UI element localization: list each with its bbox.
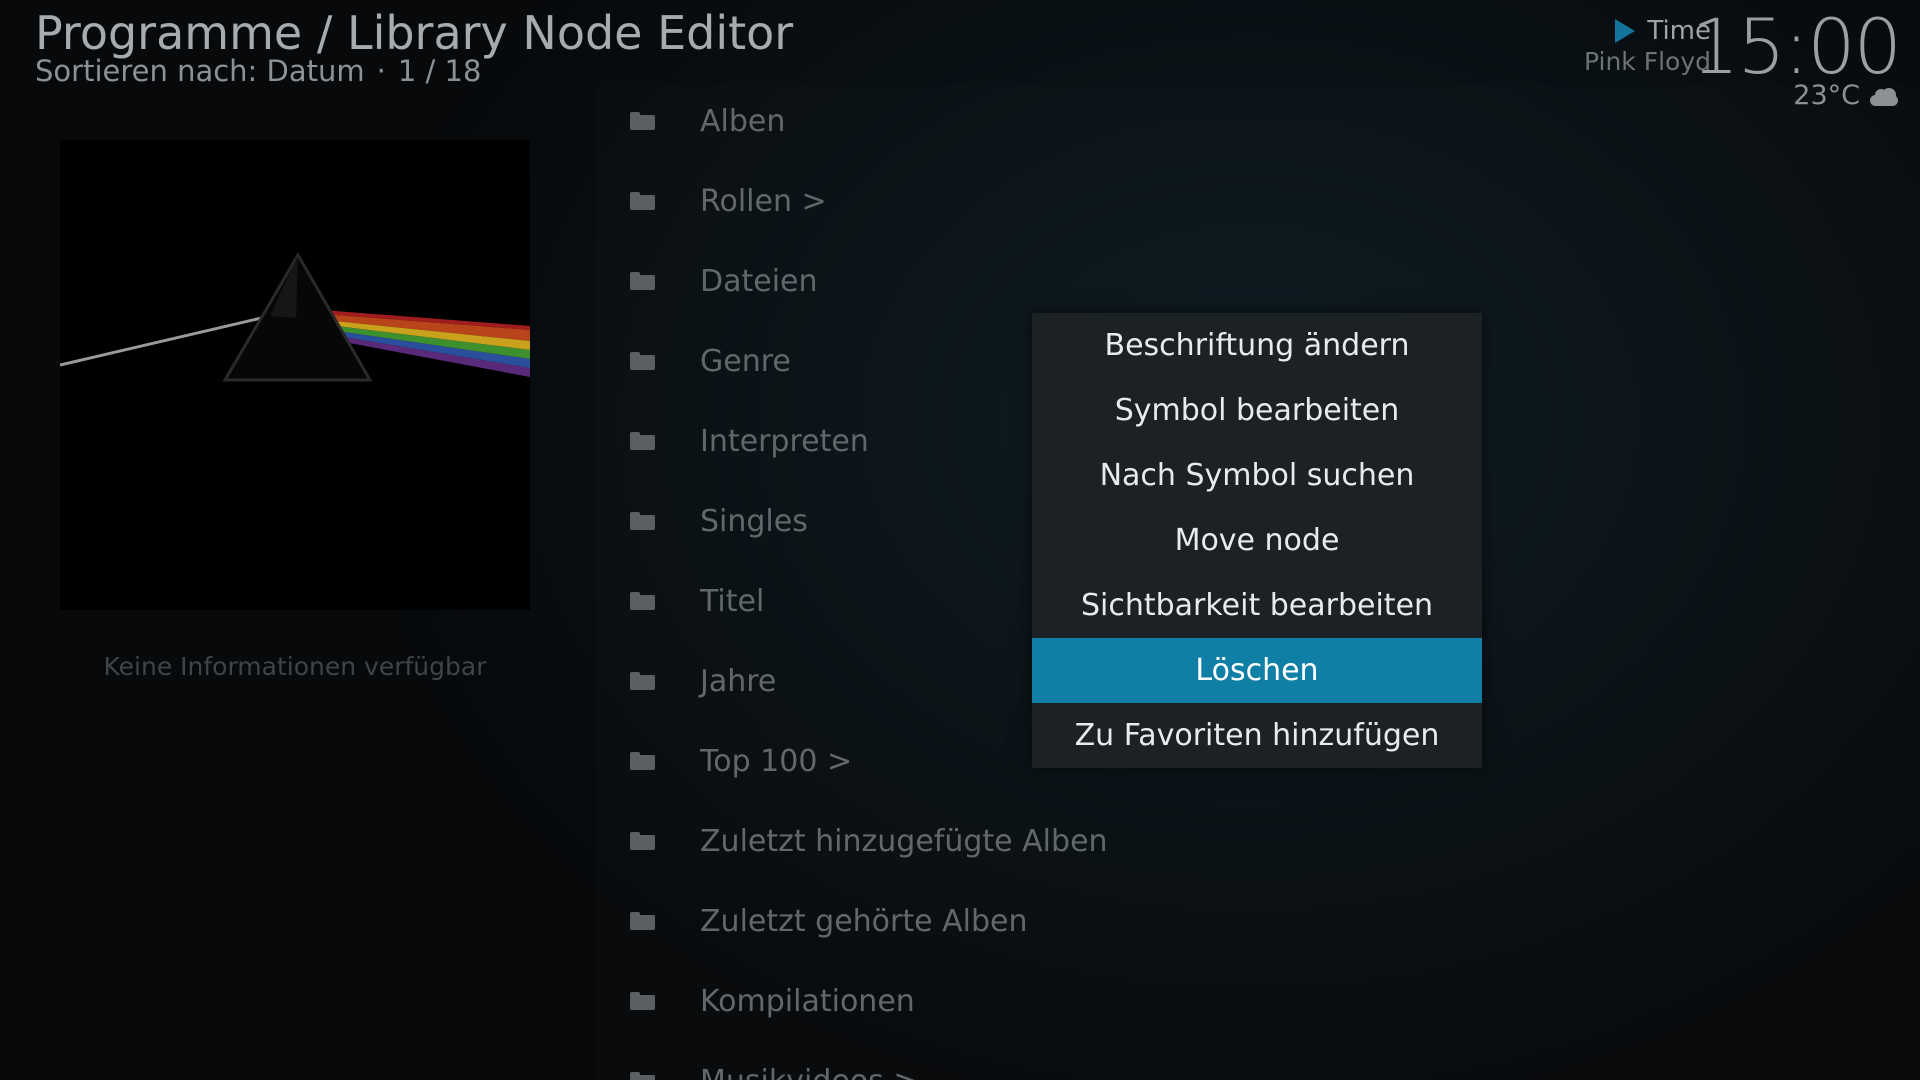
page-title: Programme / Library Node Editor xyxy=(35,6,794,60)
list-item-label: Jahre xyxy=(700,663,777,699)
menu-item-browse-icon[interactable]: Nach Symbol suchen xyxy=(1032,443,1482,508)
menu-item-move-node[interactable]: Move node xyxy=(1032,508,1482,573)
sort-label: Sortieren nach: Datum xyxy=(35,54,365,88)
menu-item-add-to-favourites[interactable]: Zu Favoriten hinzufügen xyxy=(1032,703,1482,768)
folder-icon xyxy=(630,752,655,770)
list-item-label: Genre xyxy=(700,343,791,379)
list-item-label: Titel xyxy=(700,583,765,619)
item-position: 1 / 18 xyxy=(397,54,482,88)
sort-info: Sortieren nach: Datum · 1 / 18 xyxy=(35,54,481,88)
list-item-label: Interpreten xyxy=(700,423,869,459)
list-item-label: Singles xyxy=(700,503,808,539)
folder-icon xyxy=(630,912,655,930)
folder-icon xyxy=(630,352,655,370)
list-item-label: Zuletzt hinzugefügte Alben xyxy=(700,823,1108,859)
list-item-dateien[interactable]: Dateien xyxy=(630,241,818,321)
prism-artwork xyxy=(60,140,530,610)
list-item-genre[interactable]: Genre xyxy=(630,321,791,401)
folder-icon xyxy=(630,432,655,450)
list-item-label: Kompilationen xyxy=(700,983,915,1019)
folder-icon xyxy=(630,512,655,530)
list-item-recently-added-albums[interactable]: Zuletzt hinzugefügte Alben xyxy=(630,801,1108,881)
list-item-label: Zuletzt gehörte Alben xyxy=(700,903,1028,939)
menu-item-delete[interactable]: Löschen xyxy=(1032,638,1482,703)
list-item-interpreten[interactable]: Interpreten xyxy=(630,401,869,481)
no-info-text: Keine Informationen verfügbar xyxy=(103,652,487,681)
folder-icon xyxy=(630,1072,655,1080)
separator: · xyxy=(376,54,386,88)
folder-icon xyxy=(630,832,655,850)
clock: 15:00 xyxy=(1690,2,1902,91)
context-menu: Beschriftung ändern Symbol bearbeiten Na… xyxy=(1032,313,1482,768)
list-item-label: Dateien xyxy=(700,263,818,299)
list-item-label: Musikvideos > xyxy=(700,1064,918,1080)
list-item-label: Top 100 > xyxy=(700,743,853,779)
menu-item-edit-icon[interactable]: Symbol bearbeiten xyxy=(1032,378,1482,443)
list-item-kompilationen[interactable]: Kompilationen xyxy=(630,961,915,1041)
folder-icon xyxy=(630,592,655,610)
play-icon xyxy=(1615,19,1636,43)
list-item-rollen[interactable]: Rollen > xyxy=(630,161,827,241)
list-item-top-100[interactable]: Top 100 > xyxy=(630,721,852,801)
list-item-alben[interactable]: Alben xyxy=(630,81,785,161)
list-item-label: Rollen > xyxy=(700,183,827,219)
folder-icon xyxy=(630,272,655,290)
folder-icon xyxy=(630,992,655,1010)
folder-icon xyxy=(630,672,655,690)
list-item-titel[interactable]: Titel xyxy=(630,561,764,641)
app-window: Programme / Library Node Editor Sortiere… xyxy=(0,0,1920,1080)
menu-item-edit-visibility[interactable]: Sichtbarkeit bearbeiten xyxy=(1032,573,1482,638)
list-item-label: Alben xyxy=(700,103,786,139)
folder-icon xyxy=(630,112,655,130)
list-item-musikvideos[interactable]: Musikvideos > xyxy=(630,1041,918,1080)
folder-icon xyxy=(630,192,655,210)
list-item-recently-played-albums[interactable]: Zuletzt gehörte Alben xyxy=(630,881,1028,961)
album-cover xyxy=(60,140,530,610)
list-item-singles[interactable]: Singles xyxy=(630,481,808,561)
menu-item-edit-label[interactable]: Beschriftung ändern xyxy=(1032,313,1482,378)
list-item-jahre[interactable]: Jahre xyxy=(630,641,776,721)
